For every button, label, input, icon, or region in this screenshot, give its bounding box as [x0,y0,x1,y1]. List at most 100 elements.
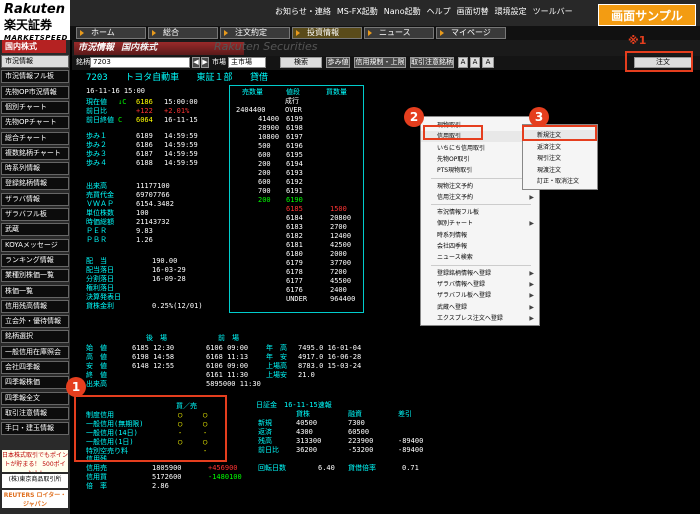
tick-value: 6186 [136,141,153,149]
tab-arrow-icon [224,30,228,36]
submenu-item-label: 現引注文 [537,155,562,162]
sidebar-item-24[interactable]: 手口・建玉情報 [1,422,69,436]
tab-5[interactable]: マイページ [436,27,506,39]
next-button[interactable]: ▶ [201,57,209,68]
session-pm-value: 6148 12:55 [132,362,175,370]
menu-item-15[interactable]: 武蔵へ登録 ▶ [421,302,539,313]
tab-label: ホーム [91,28,115,37]
tab-2[interactable]: 注文約定 [220,27,290,39]
sidebar-item-5[interactable]: 総合チャート [1,131,69,145]
font-small-button[interactable]: A [458,57,468,68]
price-label: 前日終値 [86,116,114,124]
menu-item-14[interactable]: ザラバフル板へ登録 ▶ [421,290,539,301]
main-tabs: ホーム 総合 注文約定 投資情報 ニュース マイページ [70,26,700,40]
ask-price: 6193 [286,169,303,177]
tab-label: 注文約定 [235,28,267,37]
menu-item-label: 信用注文予約 [437,193,474,201]
sidebar-item-19[interactable]: 一般信用在庫照会 [1,345,69,359]
submenu-item-2[interactable]: 現引注文 [523,153,597,164]
sidebar-item-4[interactable]: 先物OPチャート [1,116,69,130]
util-item-4[interactable]: 画面切替 [457,7,489,16]
sidebar-item-9[interactable]: ザラバ情報 [1,192,69,206]
sidebar-item-11[interactable]: 武蔵 [1,223,69,237]
sidebar-item-16[interactable]: 信用残高情報 [1,299,69,313]
util-item-1[interactable]: MS-FX起動 [337,7,378,16]
code-input[interactable]: 7203 [90,57,190,68]
sidebar-item-23[interactable]: 取引注意情報 [1,406,69,420]
sidebar-item-13[interactable]: ランキング情報 [1,253,69,267]
market-select[interactable]: 主市場 [228,57,266,68]
ask-price: 6192 [286,178,303,186]
sidebar-item-17[interactable]: 立会外・優待情報 [1,315,69,329]
board-sell-header: 売数量 [242,88,263,96]
menu-item-12[interactable]: 登録銘柄情報へ登録 ▶ [421,268,539,279]
margin-balance-value: 2.86 [152,482,169,490]
ad-tocom[interactable]: (株)東京商品取引所 [2,474,68,488]
margin-loan: 4300 [296,428,313,436]
sidebar-item-6[interactable]: 複数銘柄チャート [1,146,69,160]
menu-item-label: いちにち信用取引 [437,144,486,152]
session-am-value: 6106 09:00 [206,344,249,352]
sidebar-item-14[interactable]: 業種別株価一覧 [1,269,69,283]
price-time: 16-11-15 [164,116,198,124]
sidebar-item-10[interactable]: ザラバフル板 [1,208,69,221]
margin-finance: -53200 [348,446,374,454]
menu-item-6[interactable]: 信用注文予約 ▶ [421,192,539,203]
margin-loan: 313300 [296,437,322,445]
sidebar-item-20[interactable]: 会社四季報 [1,361,69,374]
range-label: 上場安 [266,371,287,379]
menu-item-9[interactable]: 時系列情報 [421,230,539,241]
margin-balance-label: 信用売 [86,464,107,472]
tab-4[interactable]: ニュース [364,27,434,39]
menu-item-7[interactable]: 市況情報フル板 [421,207,539,218]
search-button[interactable]: 検索 [280,57,322,68]
menu-item-8[interactable]: 個別チャート ▶ [421,218,539,229]
submenu-item-1[interactable]: 返済注文 [523,142,597,153]
menu-item-label: ザラバフル板へ登録 [437,292,491,300]
util-item-5[interactable]: 環境設定 [495,7,527,16]
div-value: 190.00 [152,257,178,265]
prev-button[interactable]: ◀ [192,57,200,68]
div-value: 16-03-29 [152,266,186,274]
ad-reuters[interactable]: REUTERS ロイター・ジャパン [2,490,68,508]
tab-0[interactable]: ホーム [76,27,146,39]
range-label: 年 安 [266,353,287,361]
menu-item-11[interactable]: ニュース検索 [421,252,539,263]
sidebar-item-8[interactable]: 登録銘柄情報 [1,177,69,191]
sidebar-item-2[interactable]: 先物OP市況情報 [1,85,69,99]
util-item-2[interactable]: Nano起動 [384,7,421,16]
sidebar-item-22[interactable]: 四季報全文 [1,391,69,405]
sidebar-item-3[interactable]: 個別チャート [1,100,69,114]
tab-3[interactable]: 投資情報 [292,27,362,39]
margin-balance-change: +456900 [208,464,238,472]
ask-price: 6197 [286,133,303,141]
tick-button[interactable]: 歩み値 [326,57,350,68]
menu-item-13[interactable]: ザラバ情報へ登録 ▶ [421,279,539,290]
font-large-button[interactable]: A [482,57,494,68]
menu-item-label: 市況情報フル板 [437,209,480,217]
sidebar-head[interactable]: 国内株式 [2,40,66,53]
menu-item-10[interactable]: 会社四季報 [421,241,539,252]
sidebar-item-12[interactable]: KOYAメッセージ [1,238,69,252]
credit-limit-button[interactable]: 信用規制・上限 [354,57,406,68]
ad-points[interactable]: 日本株式取引でもポイントが貯まる！ 500ポイント! [2,450,68,472]
submenu-item-4[interactable]: 訂正・取消注文 [523,176,597,187]
bid-price: 6182 [286,232,303,240]
session-am-value: 5895000 11:30 [206,380,261,388]
sidebar-item-7[interactable]: 時系列情報 [1,162,69,176]
menu-item-label: 現物注文予約 [437,182,474,190]
submenu-item-3[interactable]: 現渡注文 [523,165,597,176]
tab-1[interactable]: 総合 [148,27,218,39]
util-item-3[interactable]: ヘルプ [427,7,451,16]
util-item-0[interactable]: お知らせ・連絡 [275,7,331,16]
step-badge-2: 2 [404,107,424,127]
caution-button[interactable]: 取引注意銘柄 [410,57,454,68]
util-item-6[interactable]: ツールバー [533,7,573,16]
sidebar-item-18[interactable]: 銘柄選択 [1,330,69,344]
sidebar-item-0[interactable]: 市況情報 [1,55,69,68]
font-medium-button[interactable]: A [470,57,480,68]
menu-item-16[interactable]: エクスプレス注文へ登録 ▶ [421,313,539,324]
sidebar-item-1[interactable]: 市況情報フル板 [1,70,69,84]
sidebar-item-15[interactable]: 株価一覧 [1,284,69,298]
sidebar-item-21[interactable]: 四季報株価 [1,376,69,390]
